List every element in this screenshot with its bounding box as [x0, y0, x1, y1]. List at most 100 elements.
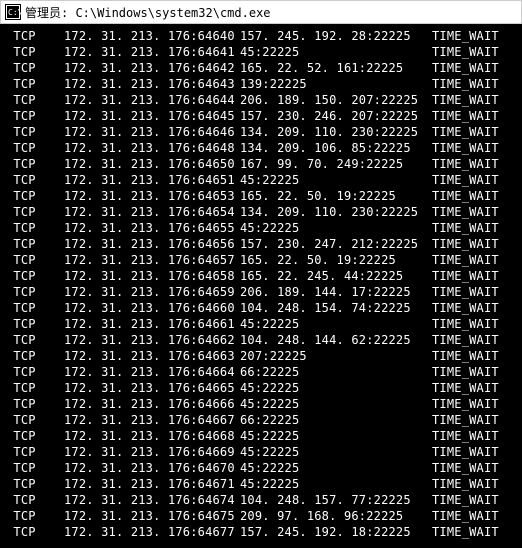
- local-addr-cell: 172. 31. 213. 176:64671: [64, 476, 240, 492]
- state-cell: TIME_WAIT: [432, 92, 516, 108]
- proto-cell: TCP: [6, 108, 64, 124]
- remote-addr-cell: 45:22225: [240, 316, 432, 332]
- state-cell: TIME_WAIT: [432, 300, 516, 316]
- local-addr-cell: 172. 31. 213. 176:64661: [64, 316, 240, 332]
- remote-addr-cell: 45:22225: [240, 428, 432, 444]
- remote-addr-cell: 134. 209. 110. 230:22225: [240, 124, 432, 140]
- remote-addr-cell: 104. 248. 154. 74:22225: [240, 300, 432, 316]
- netstat-row: TCP172. 31. 213. 176:64658165. 22. 245. …: [6, 268, 516, 284]
- proto-cell: TCP: [6, 492, 64, 508]
- remote-addr-cell: 206. 189. 144. 17:22225: [240, 284, 432, 300]
- proto-cell: TCP: [6, 60, 64, 76]
- netstat-row: TCP172. 31. 213. 176:6466545:22225TIME_W…: [6, 380, 516, 396]
- netstat-row: TCP172. 31. 213. 176:64642165. 22. 52. 1…: [6, 60, 516, 76]
- netstat-row: TCP172. 31. 213. 176:6467145:22225TIME_W…: [6, 476, 516, 492]
- local-addr-cell: 172. 31. 213. 176:64669: [64, 444, 240, 460]
- netstat-row: TCP172. 31. 213. 176:6466766:22225TIME_W…: [6, 412, 516, 428]
- proto-cell: TCP: [6, 348, 64, 364]
- netstat-row: TCP172. 31. 213. 176:6466145:22225TIME_W…: [6, 316, 516, 332]
- remote-addr-cell: 207:22225: [240, 348, 432, 364]
- state-cell: TIME_WAIT: [432, 124, 516, 140]
- remote-addr-cell: 45:22225: [240, 476, 432, 492]
- local-addr-cell: 172. 31. 213. 176:64670: [64, 460, 240, 476]
- svg-text:C:\: C:\: [8, 8, 21, 17]
- netstat-row: TCP172. 31. 213. 176:64646134. 209. 110.…: [6, 124, 516, 140]
- proto-cell: TCP: [6, 252, 64, 268]
- local-addr-cell: 172. 31. 213. 176:64651: [64, 172, 240, 188]
- local-addr-cell: 172. 31. 213. 176:64642: [64, 60, 240, 76]
- local-addr-cell: 172. 31. 213. 176:64668: [64, 428, 240, 444]
- proto-cell: TCP: [6, 172, 64, 188]
- state-cell: TIME_WAIT: [432, 476, 516, 492]
- netstat-row: TCP172. 31. 213. 176:64677157. 245. 192.…: [6, 524, 516, 540]
- remote-addr-cell: 134. 209. 110. 230:22225: [240, 204, 432, 220]
- remote-addr-cell: 167. 99. 70. 249:22225: [240, 156, 432, 172]
- netstat-row: TCP172. 31. 213. 176:64660104. 248. 154.…: [6, 300, 516, 316]
- proto-cell: TCP: [6, 140, 64, 156]
- remote-addr-cell: 157. 230. 247. 212:22225: [240, 236, 432, 252]
- state-cell: TIME_WAIT: [432, 108, 516, 124]
- proto-cell: TCP: [6, 236, 64, 252]
- state-cell: TIME_WAIT: [432, 492, 516, 508]
- proto-cell: TCP: [6, 460, 64, 476]
- state-cell: TIME_WAIT: [432, 460, 516, 476]
- proto-cell: TCP: [6, 428, 64, 444]
- state-cell: TIME_WAIT: [432, 348, 516, 364]
- netstat-row: TCP172. 31. 213. 176:64653165. 22. 50. 1…: [6, 188, 516, 204]
- remote-addr-cell: 134. 209. 106. 85:22225: [240, 140, 432, 156]
- remote-addr-cell: 45:22225: [240, 396, 432, 412]
- state-cell: TIME_WAIT: [432, 380, 516, 396]
- proto-cell: TCP: [6, 524, 64, 540]
- remote-addr-cell: 45:22225: [240, 220, 432, 236]
- state-cell: TIME_WAIT: [432, 156, 516, 172]
- state-cell: TIME_WAIT: [432, 76, 516, 92]
- proto-cell: TCP: [6, 268, 64, 284]
- proto-cell: TCP: [6, 204, 64, 220]
- proto-cell: TCP: [6, 92, 64, 108]
- proto-cell: TCP: [6, 380, 64, 396]
- local-addr-cell: 172. 31. 213. 176:64660: [64, 300, 240, 316]
- netstat-row: TCP172. 31. 213. 176:6466945:22225TIME_W…: [6, 444, 516, 460]
- netstat-row: TCP172. 31. 213. 176:6466845:22225TIME_W…: [6, 428, 516, 444]
- remote-addr-cell: 165. 22. 245. 44:22225: [240, 268, 432, 284]
- titlebar[interactable]: C:\ 管理员: C:\Windows\system32\cmd.exe: [0, 0, 522, 24]
- remote-addr-cell: 157. 245. 192. 18:22225: [240, 524, 432, 540]
- remote-addr-cell: 139:22225: [240, 76, 432, 92]
- remote-addr-cell: 209. 97. 168. 96:22225: [240, 508, 432, 524]
- local-addr-cell: 172. 31. 213. 176:64656: [64, 236, 240, 252]
- netstat-row: TCP172. 31. 213. 176:64654134. 209. 110.…: [6, 204, 516, 220]
- netstat-row: TCP172. 31. 213. 176:6464145:22225TIME_W…: [6, 44, 516, 60]
- state-cell: TIME_WAIT: [432, 236, 516, 252]
- state-cell: TIME_WAIT: [432, 332, 516, 348]
- state-cell: TIME_WAIT: [432, 412, 516, 428]
- local-addr-cell: 172. 31. 213. 176:64641: [64, 44, 240, 60]
- state-cell: TIME_WAIT: [432, 28, 516, 44]
- terminal-output[interactable]: TCP172. 31. 213. 176:64640157. 245. 192.…: [0, 24, 522, 548]
- local-addr-cell: 172. 31. 213. 176:64674: [64, 492, 240, 508]
- proto-cell: TCP: [6, 220, 64, 236]
- proto-cell: TCP: [6, 188, 64, 204]
- remote-addr-cell: 157. 245. 192. 28:22225: [240, 28, 432, 44]
- remote-addr-cell: 45:22225: [240, 44, 432, 60]
- proto-cell: TCP: [6, 300, 64, 316]
- proto-cell: TCP: [6, 28, 64, 44]
- remote-addr-cell: 165. 22. 52. 161:22225: [240, 60, 432, 76]
- local-addr-cell: 172. 31. 213. 176:64667: [64, 412, 240, 428]
- state-cell: TIME_WAIT: [432, 428, 516, 444]
- local-addr-cell: 172. 31. 213. 176:64654: [64, 204, 240, 220]
- netstat-row: TCP172. 31. 213. 176:64657165. 22. 50. 1…: [6, 252, 516, 268]
- proto-cell: TCP: [6, 44, 64, 60]
- local-addr-cell: 172. 31. 213. 176:64646: [64, 124, 240, 140]
- netstat-row: TCP172. 31. 213. 176:64640157. 245. 192.…: [6, 28, 516, 44]
- state-cell: TIME_WAIT: [432, 364, 516, 380]
- cmd-icon: C:\: [5, 4, 21, 20]
- local-addr-cell: 172. 31. 213. 176:64644: [64, 92, 240, 108]
- remote-addr-cell: 66:22225: [240, 364, 432, 380]
- local-addr-cell: 172. 31. 213. 176:64653: [64, 188, 240, 204]
- local-addr-cell: 172. 31. 213. 176:64677: [64, 524, 240, 540]
- netstat-row: TCP172. 31. 213. 176:6467045:22225TIME_W…: [6, 460, 516, 476]
- local-addr-cell: 172. 31. 213. 176:64665: [64, 380, 240, 396]
- local-addr-cell: 172. 31. 213. 176:64662: [64, 332, 240, 348]
- local-addr-cell: 172. 31. 213. 176:64658: [64, 268, 240, 284]
- remote-addr-cell: 206. 189. 150. 207:22225: [240, 92, 432, 108]
